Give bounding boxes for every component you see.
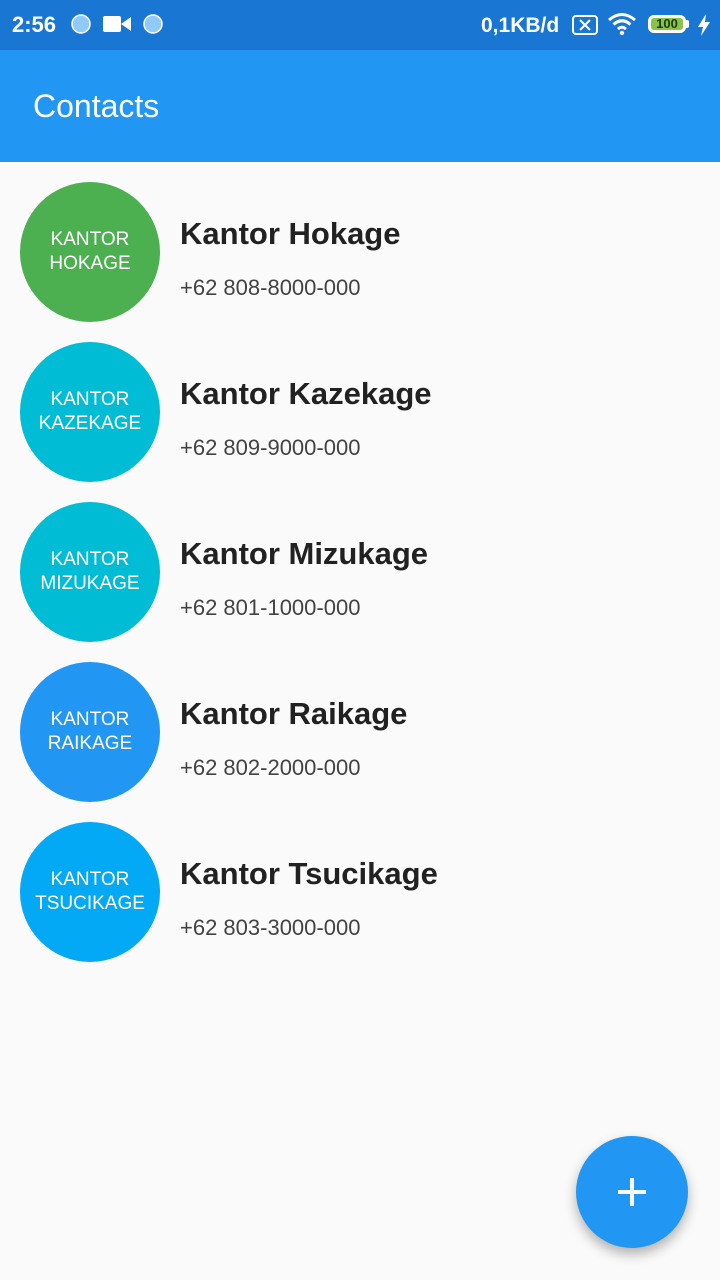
contact-list-item[interactable]: KANTOR TSUCIKAGE Kantor Tsucikage +62 803-… [0,802,720,962]
contact-avatar[interactable]: KANTOR RAIKAGE [20,662,160,802]
contact-name: Kantor Kazekage [180,376,432,411]
contact-list: KANTOR HOKAGE Kantor Hokage +62 808-8000-0… [0,162,720,962]
contact-phone: +62 809-9000-000 [180,435,361,460]
contact-list-item[interactable]: KANTOR MIZUKAGE Kantor Mizukage +62 801-10… [0,482,720,642]
contact-avatar[interactable]: KANTOR TSUCIKAGE [20,822,160,962]
page-title: Contacts [33,88,160,124]
contact-name: Kantor Raikage [180,696,408,731]
contact-phone: +62 801-1000-000 [180,595,361,620]
contact-name: Kantor Tsucikage [180,856,438,891]
app-bar: Contacts [0,50,720,162]
contact-phone: +62 808-8000-000 [180,275,361,300]
contact-avatar[interactable]: KANTOR HOKAGE [20,182,160,322]
contact-phone: +62 803-3000-000 [180,915,361,940]
network-speed: 0,1KB/d [481,14,560,37]
battery-icon: 100 [648,15,686,33]
wifi-icon [608,13,636,36]
contact-name: Kantor Hokage [180,216,401,251]
add-contact-button[interactable] [576,1136,688,1248]
battery-terminal [686,20,689,28]
contact-list-item[interactable]: KANTOR RAIKAGE Kantor Raikage +62 802-2000… [0,642,720,802]
contact-avatar[interactable]: KANTOR MIZUKAGE [20,502,160,642]
notification-dot-icon [143,14,163,34]
contact-name: Kantor Mizukage [180,536,429,571]
status-bar: 2:56 0,1KB/d 100 [0,0,720,50]
sim-off-icon [572,15,598,35]
video-camera-icon [103,16,131,32]
battery-percent: 100 [656,16,678,31]
contact-phone: +62 802-2000-000 [180,755,361,780]
contact-avatar[interactable]: KANTOR KAZEKAGE [20,342,160,482]
charging-icon [698,14,710,36]
contact-list-item[interactable]: KANTOR KAZEKAGE Kantor Kazekage +62 809-90… [0,322,720,482]
contact-list-item[interactable]: KANTOR HOKAGE Kantor Hokage +62 808-8000-0… [0,162,720,322]
status-time: 2:56 [12,12,57,37]
notification-dot-icon [71,14,91,34]
plus-icon [618,1178,646,1206]
